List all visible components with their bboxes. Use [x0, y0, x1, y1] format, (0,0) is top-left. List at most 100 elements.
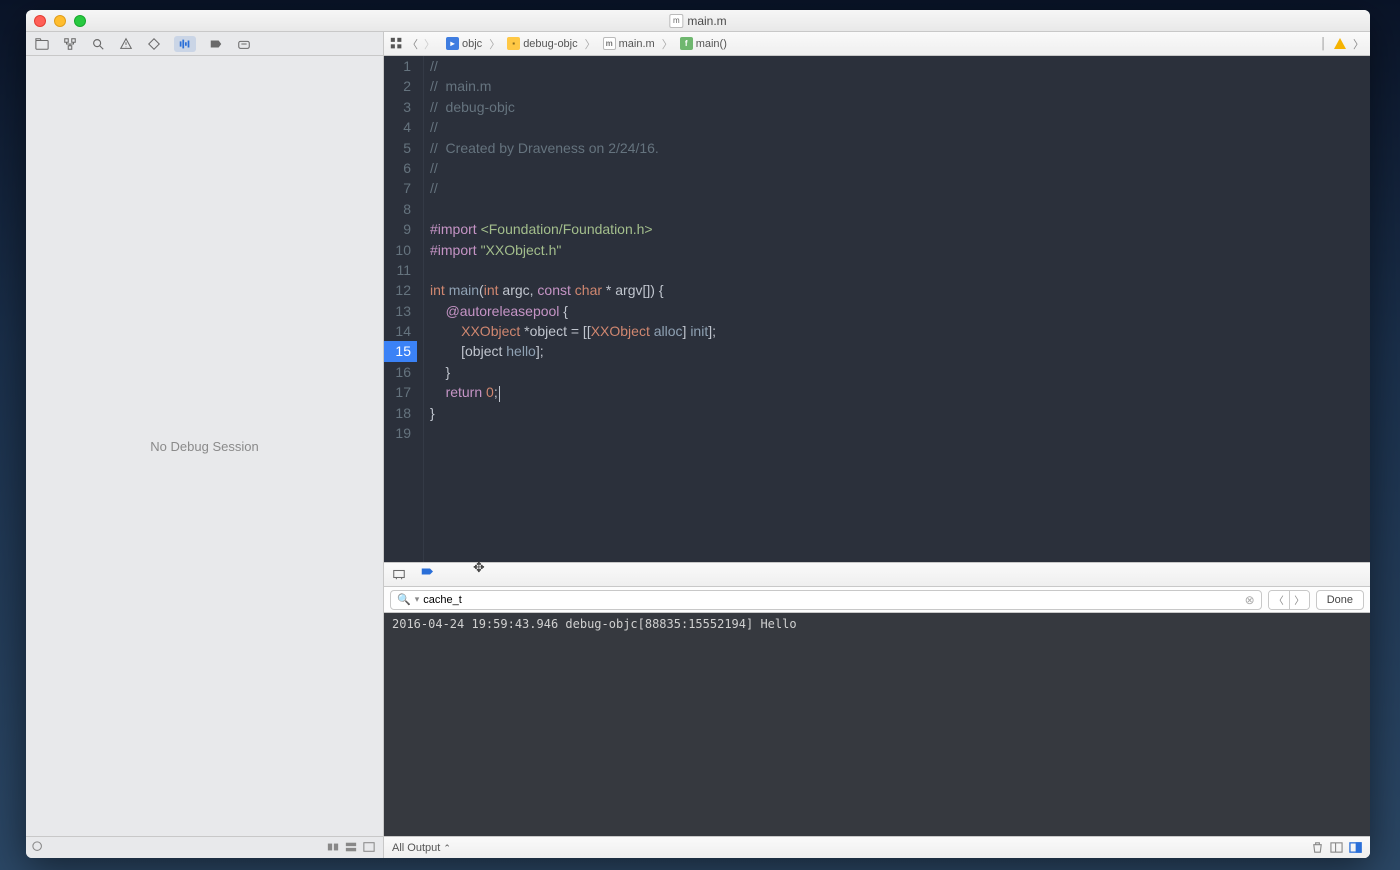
line-number[interactable]: 4 [384, 117, 417, 137]
line-number[interactable]: 19 [384, 423, 417, 443]
line-number[interactable]: 12 [384, 280, 417, 300]
search-prev-button[interactable]: 〈 [1269, 591, 1289, 609]
footer-icon-3[interactable] [363, 841, 377, 855]
line-number[interactable]: 8 [384, 199, 417, 219]
search-done-button[interactable]: Done [1316, 590, 1364, 610]
related-items-icon[interactable] [390, 37, 403, 50]
code-line[interactable]: [object hello]; [430, 341, 1370, 361]
line-number[interactable]: 6 [384, 158, 417, 178]
line-number[interactable]: 14 [384, 321, 417, 341]
warning-badge-icon[interactable] [1333, 37, 1347, 51]
code-editor[interactable]: 12345678910111213141516171819 //// main.… [384, 56, 1370, 562]
test-tab-icon[interactable] [146, 36, 162, 52]
code-line[interactable] [430, 423, 1370, 443]
footer-icon-1[interactable] [327, 841, 341, 855]
issues-tab-icon[interactable] [118, 36, 134, 52]
navigator-footer [26, 836, 383, 858]
code-line[interactable]: } [430, 362, 1370, 382]
back-button[interactable]: 〈 [407, 36, 418, 52]
breadcrumb-folder[interactable]: ▪debug-objc [504, 36, 580, 51]
search-nav: 〈 〉 [1268, 590, 1310, 610]
line-number[interactable]: 16 [384, 362, 417, 382]
line-number[interactable]: 13 [384, 301, 417, 321]
code-line[interactable]: #import <Foundation/Foundation.h> [430, 219, 1370, 239]
editor-area: 〈 〉 ▸objc 〉 ▪debug-objc 〉 mmain.m 〉 fmai… [384, 32, 1370, 858]
line-number[interactable]: 2 [384, 76, 417, 96]
console-pane-toggle-icon[interactable] [1349, 841, 1362, 854]
toggle-debug-icon[interactable] [392, 567, 408, 583]
line-number[interactable]: 11 [384, 260, 417, 280]
console-output[interactable]: 2016-04-24 19:59:43.946 debug-objc[88835… [384, 613, 1370, 836]
folder-icon: ▪ [507, 37, 520, 50]
clear-search-icon[interactable]: ⊗ [1245, 593, 1255, 607]
code-line[interactable]: } [430, 403, 1370, 423]
console-search-field[interactable]: 🔍▾ ⊗ [390, 590, 1262, 610]
forward-button[interactable]: 〉 [424, 36, 435, 52]
line-number[interactable]: 15 [384, 341, 417, 361]
line-number[interactable]: 9 [384, 219, 417, 239]
drag-handle-icon[interactable]: ✥ [473, 559, 485, 576]
filter-icon[interactable] [32, 841, 46, 855]
breakpoint-toggle-icon[interactable] [418, 567, 434, 583]
code-line[interactable]: // [430, 158, 1370, 178]
file-icon: m [669, 14, 683, 28]
output-filter-dropdown[interactable]: All Output ⌃ [392, 842, 451, 854]
window-title: m main.m [669, 14, 726, 28]
navigator-sidebar: No Debug Session [26, 32, 384, 858]
breadcrumb-file[interactable]: mmain.m [600, 36, 658, 51]
code-line[interactable]: int main(int argc, const char * argv[]) … [430, 280, 1370, 300]
line-number[interactable]: 10 [384, 240, 417, 260]
console-search-input[interactable] [423, 594, 1240, 606]
navigator-content: No Debug Session [26, 56, 383, 836]
maximize-button[interactable] [74, 15, 86, 27]
code-line[interactable]: @autoreleasepool { [430, 301, 1370, 321]
jumpbar-forward-icon[interactable]: 〉 [1353, 36, 1364, 52]
navigator-toolbar [26, 32, 383, 56]
jumpbar-divider-icon[interactable]: │ [1320, 38, 1327, 50]
window-body: No Debug Session 〈 〉 ▸objc [26, 32, 1370, 858]
report-tab-icon[interactable] [236, 36, 252, 52]
breadcrumb-function[interactable]: fmain() [677, 36, 730, 51]
code-line[interactable]: // Created by Draveness on 2/24/16. [430, 138, 1370, 158]
code-line[interactable]: // [430, 178, 1370, 198]
code-line[interactable] [430, 199, 1370, 219]
code-line[interactable]: // main.m [430, 76, 1370, 96]
clear-console-icon[interactable] [1311, 841, 1324, 854]
code-line[interactable]: #import "XXObject.h" [430, 240, 1370, 260]
hierarchy-tab-icon[interactable] [62, 36, 78, 52]
line-number[interactable]: 17 [384, 382, 417, 402]
breakpoint-tab-icon[interactable] [208, 36, 224, 52]
code-line[interactable]: // [430, 56, 1370, 76]
code-line[interactable] [430, 260, 1370, 280]
folder-tab-icon[interactable] [34, 36, 50, 52]
title-text: main.m [687, 14, 726, 28]
line-number[interactable]: 18 [384, 403, 417, 423]
function-icon: f [680, 37, 693, 50]
code-content[interactable]: //// main.m// debug-objc//// Created by … [424, 56, 1370, 562]
project-icon: ▸ [446, 37, 459, 50]
traffic-lights [34, 15, 86, 27]
code-line[interactable]: return 0; [430, 382, 1370, 402]
jump-nav: 〈 〉 [407, 36, 435, 52]
line-number[interactable]: 7 [384, 178, 417, 198]
line-number[interactable]: 5 [384, 138, 417, 158]
breadcrumb-project[interactable]: ▸objc [443, 36, 485, 51]
footer-icon-2[interactable] [345, 841, 359, 855]
variables-pane-toggle-icon[interactable] [1330, 841, 1343, 854]
search-tab-icon[interactable] [90, 36, 106, 52]
xcode-window: m main.m No Debug Session [26, 10, 1370, 858]
code-line[interactable]: // [430, 117, 1370, 137]
close-button[interactable] [34, 15, 46, 27]
line-number[interactable]: 3 [384, 97, 417, 117]
line-gutter[interactable]: 12345678910111213141516171819 [384, 56, 424, 562]
titlebar: m main.m [26, 10, 1370, 32]
search-next-button[interactable]: 〉 [1289, 591, 1309, 609]
jumpbar-right: │ 〉 [1320, 36, 1364, 52]
code-line[interactable]: XXObject *object = [[XXObject alloc] ini… [430, 321, 1370, 341]
debug-tab-icon[interactable] [174, 36, 196, 52]
code-line[interactable]: // debug-objc [430, 97, 1370, 117]
minimize-button[interactable] [54, 15, 66, 27]
line-number[interactable]: 1 [384, 56, 417, 76]
breadcrumb: ▸objc 〉 ▪debug-objc 〉 mmain.m 〉 fmain() [443, 36, 730, 52]
jump-bar: 〈 〉 ▸objc 〉 ▪debug-objc 〉 mmain.m 〉 fmai… [384, 32, 1370, 56]
